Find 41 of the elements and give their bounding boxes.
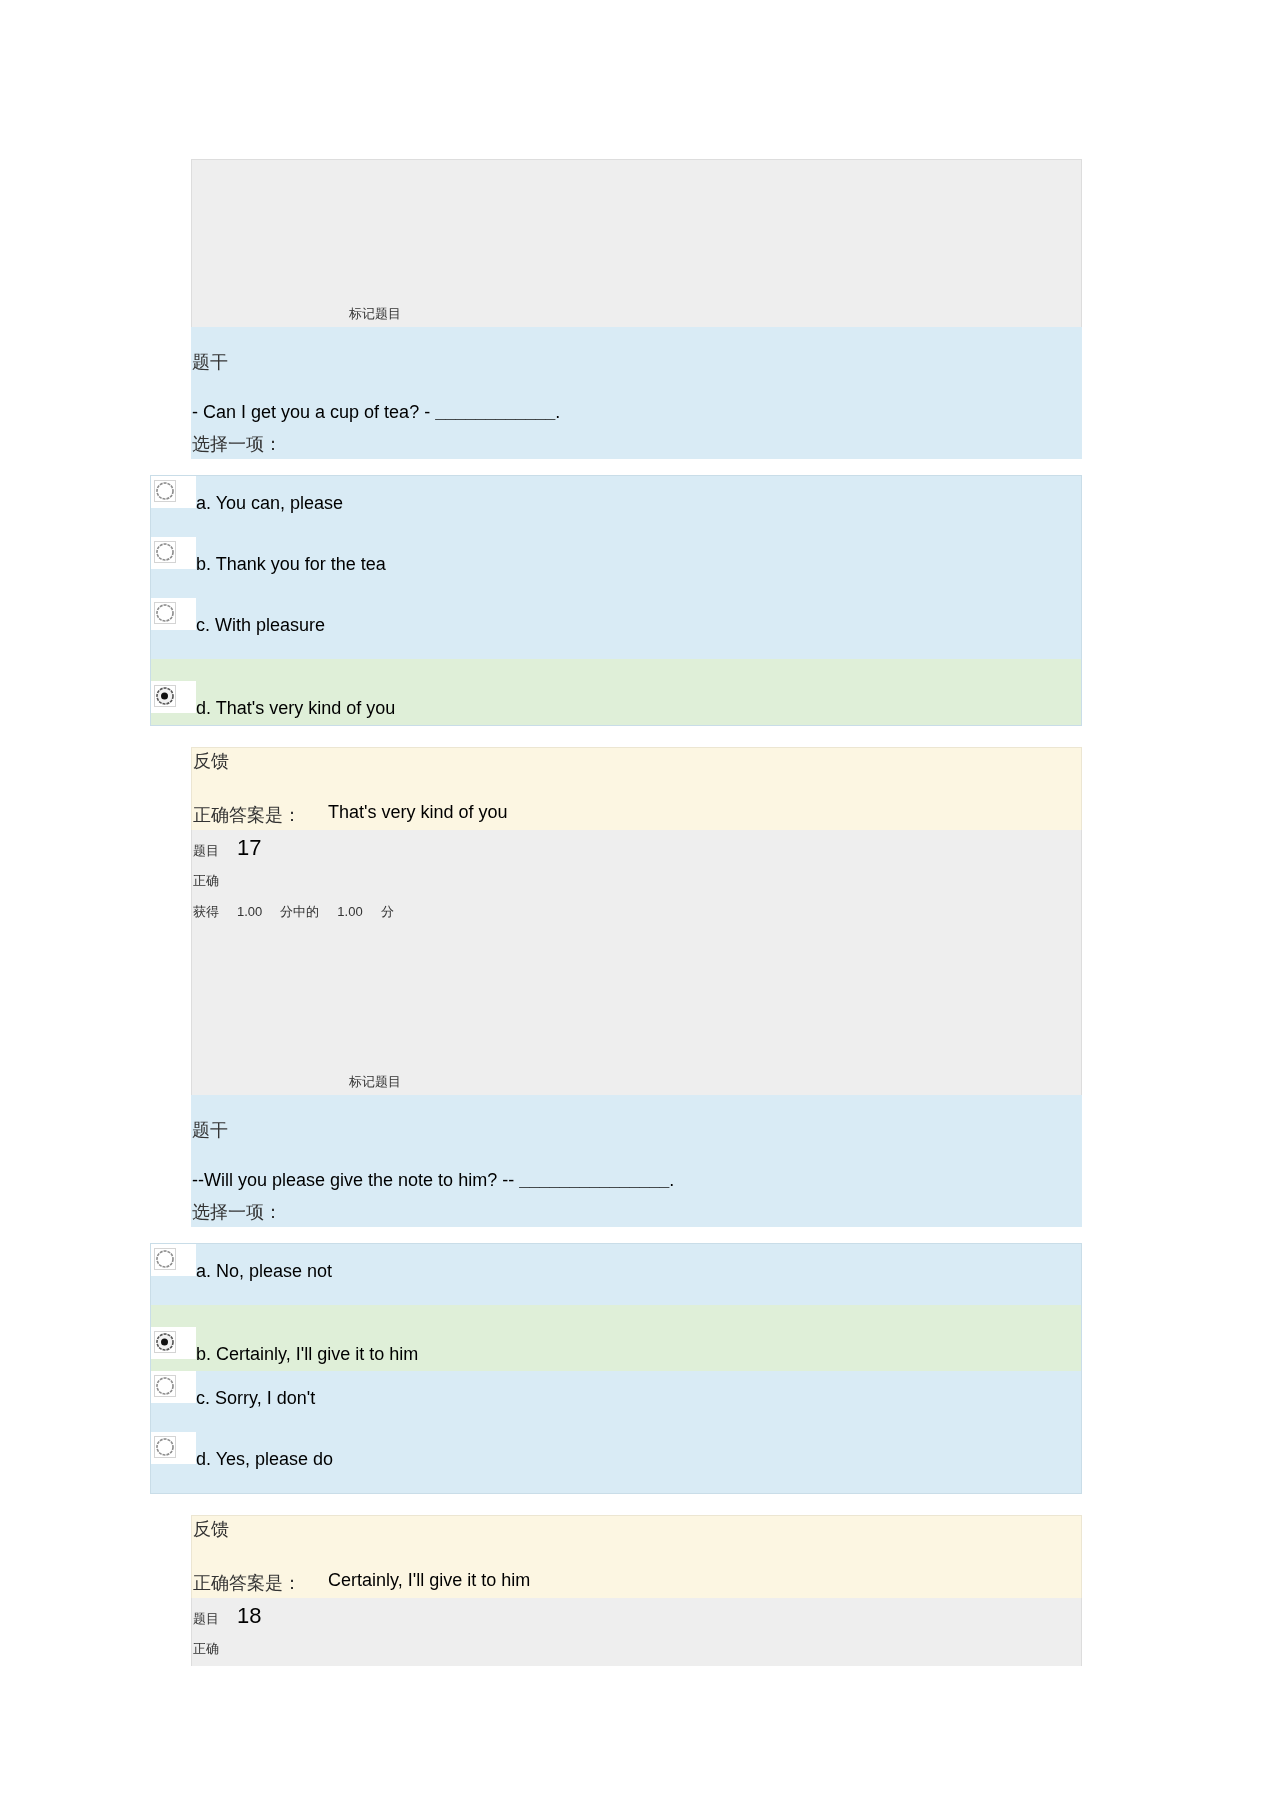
answer-prompt: 选择一项： [192, 433, 282, 455]
option-label: d. That's very kind of you [196, 697, 396, 719]
radio-button[interactable] [151, 598, 196, 630]
question-number: 18 [237, 1604, 262, 1628]
correct-answer-text: That's very kind of you [328, 801, 508, 823]
score-label: 获得 [193, 903, 219, 921]
radio-button[interactable] [151, 1432, 196, 1464]
radio-button[interactable] [151, 476, 196, 508]
score-label: 分中的 [280, 903, 320, 921]
question-number-label: 题目 [193, 842, 219, 860]
question-text: --Will you please give the note to him? -- _______________. [192, 1169, 675, 1191]
score-total: 1.00 [337, 903, 363, 921]
option-label: b. Thank you for the tea [196, 553, 386, 575]
question-number-label: 题目 [193, 1610, 219, 1628]
option-label: c. Sorry, I don't [196, 1387, 316, 1409]
question-number: 17 [237, 836, 262, 860]
stem-heading: 题干 [192, 351, 228, 373]
flag-question-link[interactable]: 标记题目 [349, 305, 401, 323]
radio-button[interactable] [151, 1327, 196, 1359]
score-earned: 1.00 [237, 903, 263, 921]
stem-heading: 题干 [192, 1119, 228, 1141]
radio-button[interactable] [151, 1244, 196, 1276]
question-text: - Can I get you a cup of tea? - ____________. [192, 401, 561, 423]
option-label: d. Yes, please do [196, 1448, 334, 1470]
correct-answer-label: 正确答案是： [193, 804, 302, 826]
feedback-heading: 反馈 [193, 750, 229, 772]
radio-button[interactable] [151, 681, 196, 713]
radio-button[interactable] [151, 1371, 196, 1403]
option-label: c. With pleasure [196, 614, 326, 636]
question-status: 正确 [193, 1640, 219, 1658]
option-label: a. No, please not [196, 1260, 333, 1282]
option-label: b. Certainly, I'll give it to him [196, 1343, 419, 1365]
correct-answer-text: Certainly, I'll give it to him [328, 1569, 531, 1591]
correct-answer-label: 正确答案是： [193, 1572, 302, 1594]
feedback-heading: 反馈 [193, 1518, 229, 1540]
option-label: a. You can, please [196, 492, 344, 514]
answer-prompt: 选择一项： [192, 1201, 282, 1223]
question-status: 正确 [193, 872, 219, 890]
radio-button[interactable] [151, 537, 196, 569]
score-unit: 分 [380, 903, 394, 921]
flag-question-link[interactable]: 标记题目 [349, 1073, 401, 1091]
